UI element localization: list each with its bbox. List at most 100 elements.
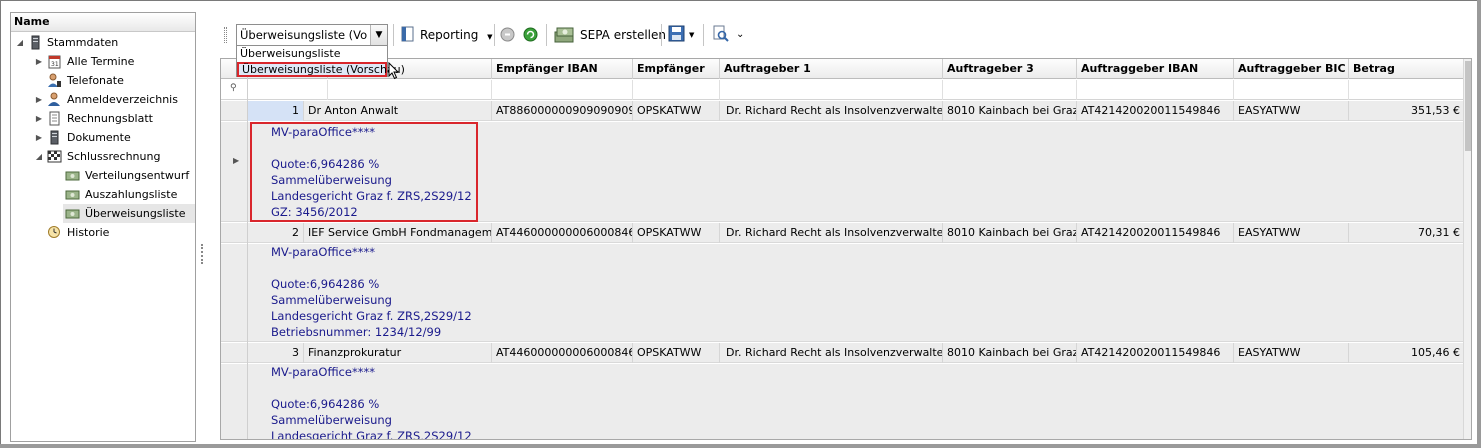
expand-icon[interactable]: ▶ (34, 52, 44, 71)
tree-item-schlussrechnung[interactable]: ◢ Schlussrechnung (11, 147, 195, 166)
empfaenger-cell[interactable]: OPSKATWW (633, 343, 720, 363)
tree-item-label: Dokumente (67, 131, 131, 144)
save-icon[interactable] (668, 25, 685, 42)
auftraggeber-iban-cell[interactable]: AT421420020011549846 (1077, 343, 1234, 363)
tree-item-dokumente[interactable]: ▶ Dokumente (11, 128, 195, 147)
auftrageber-3-cell[interactable]: 8010 Kainbach bei Graz (943, 101, 1077, 121)
chevron-down-icon[interactable]: ⌄ (736, 24, 744, 46)
column-header-empfaenger[interactable]: Empfänger (633, 59, 720, 79)
row-number-cell[interactable]: 3 (248, 343, 304, 363)
tree-header: Name (11, 13, 195, 32)
tree-item-ueberweisungsliste[interactable]: Überweisungsliste (63, 204, 195, 223)
table-row[interactable]: 3 Finanzprokuratur AT446000000006000846 … (221, 343, 1471, 363)
tree-item-label: Auszahlungsliste (85, 188, 178, 201)
column-header-empfaenger-iban[interactable]: Empfänger IBAN (492, 59, 633, 79)
report-combo[interactable]: Überweisungsliste (Vors… ▼ (236, 24, 388, 46)
betrag-cell[interactable]: 70,31 € (1349, 223, 1465, 243)
tree-item-rechnungsblatt[interactable]: ▶ Rechnungsblatt (11, 109, 195, 128)
name-cell[interactable]: IEF Service GmbH Fondmanagement (304, 223, 492, 243)
row-number-cell[interactable]: 1 (248, 101, 304, 121)
auftraggeber-iban-cell[interactable]: AT421420020011549846 (1077, 101, 1234, 121)
expand-icon[interactable]: ▶ (34, 128, 44, 147)
auftraggeber-bic-cell[interactable]: EASYATWW (1234, 223, 1349, 243)
save-dropdown-icon[interactable]: ▼ (689, 24, 694, 46)
auftraggeber-bic-cell[interactable]: EASYATWW (1234, 343, 1349, 363)
filter-cell[interactable] (492, 80, 633, 100)
scrollbar-thumb[interactable] (1465, 61, 1471, 151)
history-icon (48, 226, 60, 238)
auftrageber-1-cell[interactable]: Dr. Richard Recht als Insolvenzverwalter (720, 101, 943, 121)
grid-filter-row: ⚲ (221, 80, 1471, 100)
stop-icon[interactable] (500, 27, 515, 42)
toolbar-grip[interactable] (224, 27, 227, 43)
navigation-tree: Name ◢ Stammdaten ▶ 31 Alle Termine Tele… (10, 12, 196, 442)
column-header-auftraggeber-iban[interactable]: Auftraggeber IBAN (1077, 59, 1234, 79)
auftrageber-3-cell[interactable]: 8010 Kainbach bei Graz (943, 223, 1077, 243)
search-document-icon[interactable] (712, 25, 729, 42)
name-cell[interactable]: Dr Anton Anwalt (304, 101, 492, 121)
empfaenger-iban-cell[interactable]: AT886000000909090909 (492, 101, 633, 121)
chevron-down-icon[interactable]: ▼ (370, 25, 387, 45)
betrag-cell[interactable]: 351,53 € (1349, 101, 1465, 121)
report-combo-popup: Überweisungsliste Überweisungsliste (Vor… (236, 45, 405, 77)
empfaenger-iban-cell[interactable]: AT446000000006000846 (492, 343, 633, 363)
filter-cell[interactable] (1077, 80, 1234, 100)
reporting-label: Reporting (420, 28, 479, 42)
collapse-icon[interactable]: ◢ (34, 147, 44, 166)
betrag-cell[interactable]: 105,46 € (1349, 343, 1465, 363)
expand-icon[interactable]: ▶ (34, 109, 44, 128)
tree-item-telefonate[interactable]: Telefonate (11, 71, 195, 90)
server-icon (50, 130, 59, 145)
money-icon (65, 171, 80, 181)
auftrageber-1-cell[interactable]: Dr. Richard Recht als Insolvenzverwalter (720, 223, 943, 243)
tree-item-label: Rechnungsblatt (67, 112, 153, 125)
sepa-create-button[interactable]: SEPA erstellen (580, 24, 666, 46)
filter-cell[interactable] (943, 80, 1077, 100)
column-header-betrag[interactable]: Betrag (1349, 59, 1465, 79)
person-icon (48, 92, 60, 106)
tree-item-label: Verteilungsentwurf (85, 169, 190, 182)
empfaenger-iban-cell[interactable]: AT446000000006000846 (492, 223, 633, 243)
column-header-auftraggeber-bic[interactable]: Auftraggeber BIC (1234, 59, 1349, 79)
vertical-scrollbar[interactable] (1463, 59, 1471, 439)
window-shadow (1477, 0, 1481, 448)
empfaenger-cell[interactable]: OPSKATWW (633, 101, 720, 121)
table-row[interactable]: 1 Dr Anton Anwalt AT886000000909090909 O… (221, 101, 1471, 121)
toolbar-separator (494, 24, 495, 46)
empfaenger-cell[interactable]: OPSKATWW (633, 223, 720, 243)
toolbar-separator (703, 24, 704, 46)
data-grid: Empfänger IBAN Empfänger Auftrageber 1 A… (220, 58, 1472, 440)
auftraggeber-bic-cell[interactable]: EASYATWW (1234, 101, 1349, 121)
tree-item-historie[interactable]: Historie (11, 223, 195, 242)
filter-cell[interactable] (1234, 80, 1349, 100)
auftrageber-3-cell[interactable]: 8010 Kainbach bei Graz (943, 343, 1077, 363)
row-number-cell[interactable]: 2 (248, 223, 304, 243)
tree-item-stammdaten[interactable]: ◢ Stammdaten (11, 33, 195, 52)
table-row[interactable]: 2 IEF Service GmbH Fondmanagement AT4460… (221, 223, 1471, 243)
tree-item-anmeldeverzeichnis[interactable]: ▶ Anmeldeverzeichnis (11, 90, 195, 109)
filter-cell[interactable] (328, 80, 492, 100)
filter-cell[interactable] (633, 80, 720, 100)
combo-option-ueberweisungsliste-vorschau[interactable]: Überweisungsliste (Vorschau) (237, 62, 405, 77)
combo-option-ueberweisungsliste[interactable]: Überweisungsliste (237, 46, 387, 61)
name-cell[interactable]: Finanzprokuratur (304, 343, 492, 363)
expand-icon[interactable]: ▶ (34, 90, 44, 109)
mouse-cursor-icon (388, 62, 400, 80)
column-header-auftrageber-3[interactable]: Auftrageber 3 (943, 59, 1077, 79)
refresh-icon[interactable] (523, 27, 538, 42)
tree-item-auszahlungsliste[interactable]: Auszahlungsliste (11, 185, 195, 204)
column-header-auftrageber-1[interactable]: Auftrageber 1 (720, 59, 943, 79)
tree-item-verteilungsentwurf[interactable]: Verteilungsentwurf (11, 166, 195, 185)
reporting-button[interactable]: Reporting ▼ (420, 24, 493, 46)
highlight-box (250, 122, 478, 222)
auftraggeber-iban-cell[interactable]: AT421420020011549846 (1077, 223, 1234, 243)
collapse-icon[interactable]: ◢ (15, 33, 25, 52)
filter-cell[interactable] (1349, 80, 1465, 100)
tree-item-alle-termine[interactable]: ▶ 31 Alle Termine (11, 52, 195, 71)
panel-splitter[interactable] (201, 244, 204, 264)
auftrageber-1-cell[interactable]: Dr. Richard Recht als Insolvenzverwalter (720, 343, 943, 363)
filter-cell[interactable] (720, 80, 943, 100)
filter-cell[interactable] (248, 80, 328, 100)
tree-item-label: Stammdaten (47, 36, 119, 49)
tree-item-label: Anmeldeverzeichnis (67, 93, 178, 106)
